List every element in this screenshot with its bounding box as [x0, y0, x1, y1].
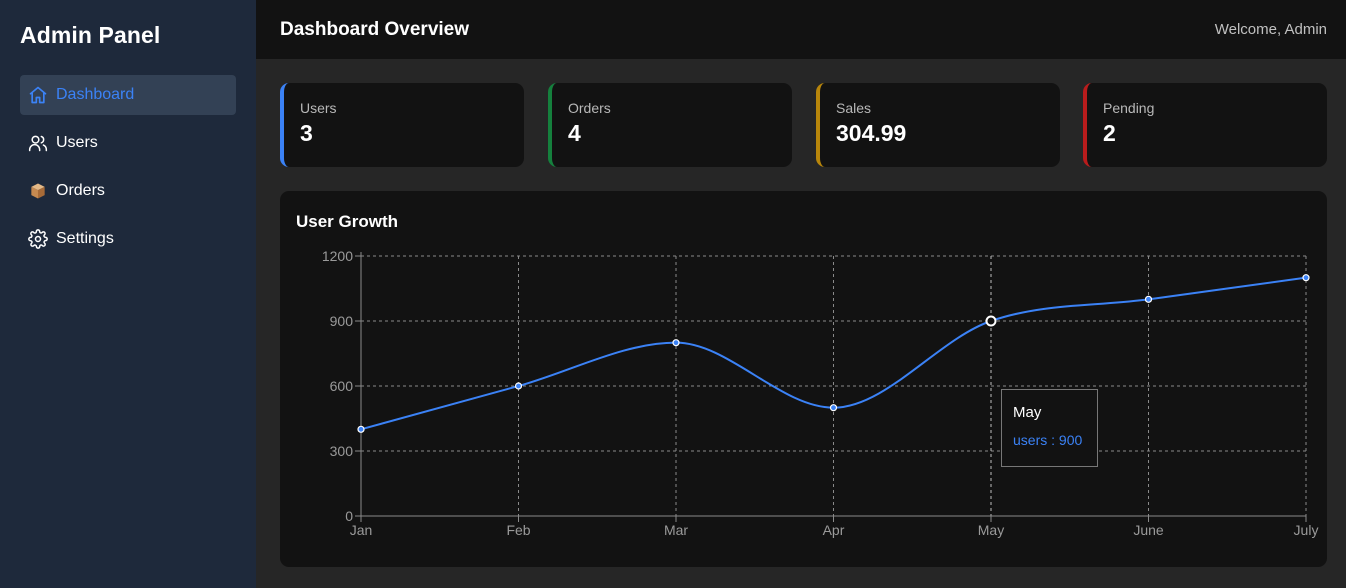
data-point	[1144, 295, 1153, 303]
x-tick-label: Feb	[506, 522, 530, 538]
stat-value: 304.99	[836, 120, 907, 146]
x-tick-label: July	[1294, 522, 1319, 538]
sidebar-item-label: Orders	[56, 182, 105, 199]
user-growth-chart[interactable]: 03006009001200Jan Feb Mar Apr May June July	[280, 191, 1327, 567]
welcome-text: Welcome, Admin	[1214, 21, 1327, 38]
stat-card-sales: Sales 304.99	[816, 83, 1060, 167]
data-point	[357, 425, 365, 433]
sidebar-item-orders[interactable]: Orders	[20, 171, 236, 211]
home-icon	[28, 85, 48, 105]
x-tick-label: Apr	[823, 522, 845, 538]
gear-icon	[28, 229, 48, 249]
stat-label: Orders	[568, 100, 611, 116]
sidebar-item-label: Dashboard	[56, 86, 135, 103]
sidebar-item-label: Users	[56, 134, 98, 151]
users-icon	[28, 133, 48, 153]
stat-card-pending: Pending 2	[1083, 83, 1327, 167]
topbar: Dashboard Overview Welcome, Admin	[256, 0, 1346, 59]
data-point	[1302, 274, 1310, 282]
chart-tooltip: May users : 900	[1001, 389, 1098, 467]
chart-title: User Growth	[296, 212, 399, 231]
data-point	[829, 404, 838, 412]
y-tick-label: 300	[330, 443, 354, 459]
tooltip-value: users : 900	[1013, 432, 1083, 448]
page-title: Dashboard Overview	[280, 18, 470, 40]
stat-label: Users	[300, 100, 337, 116]
stat-value: 3	[300, 120, 313, 146]
stat-card-orders: Orders 4	[548, 83, 792, 167]
stat-label: Pending	[1103, 100, 1155, 116]
sidebar-item-dashboard[interactable]: Dashboard	[20, 75, 236, 115]
user-growth-panel: 0 300 600 900 1200 Jan Feb Mar Apr May June July Us…	[280, 191, 1327, 567]
stat-cards: Users 3 Orders 4 Sales 304.99 Pending 2	[280, 83, 1327, 167]
stat-value: 4	[568, 120, 581, 146]
stat-value: 2	[1103, 120, 1116, 146]
y-tick-label: 600	[330, 378, 354, 394]
data-point	[672, 339, 680, 347]
data-point	[514, 382, 523, 390]
sidebar-nav: Dashboard Users Orders Settings	[20, 75, 236, 267]
tooltip-title: May	[1013, 404, 1042, 421]
stat-label: Sales	[836, 100, 872, 116]
y-tick-label: 1200	[322, 248, 353, 264]
brand-title: Admin Panel	[20, 22, 161, 48]
x-tick-label: June	[1133, 522, 1164, 538]
x-tick-label: Jan	[350, 522, 373, 538]
y-tick-label: 900	[330, 313, 354, 329]
sidebar-item-settings[interactable]: Settings	[20, 219, 236, 259]
data-point	[985, 315, 997, 327]
sidebar: Admin Panel Dashboard Users Orders Setti…	[0, 0, 256, 588]
sidebar-item-users[interactable]: Users	[20, 123, 236, 163]
x-tick-label: May	[978, 522, 1004, 538]
sidebar-item-label: Settings	[56, 230, 114, 247]
package-icon	[28, 181, 48, 201]
stat-card-users: Users 3	[280, 83, 524, 167]
x-tick-label: Mar	[664, 522, 688, 538]
